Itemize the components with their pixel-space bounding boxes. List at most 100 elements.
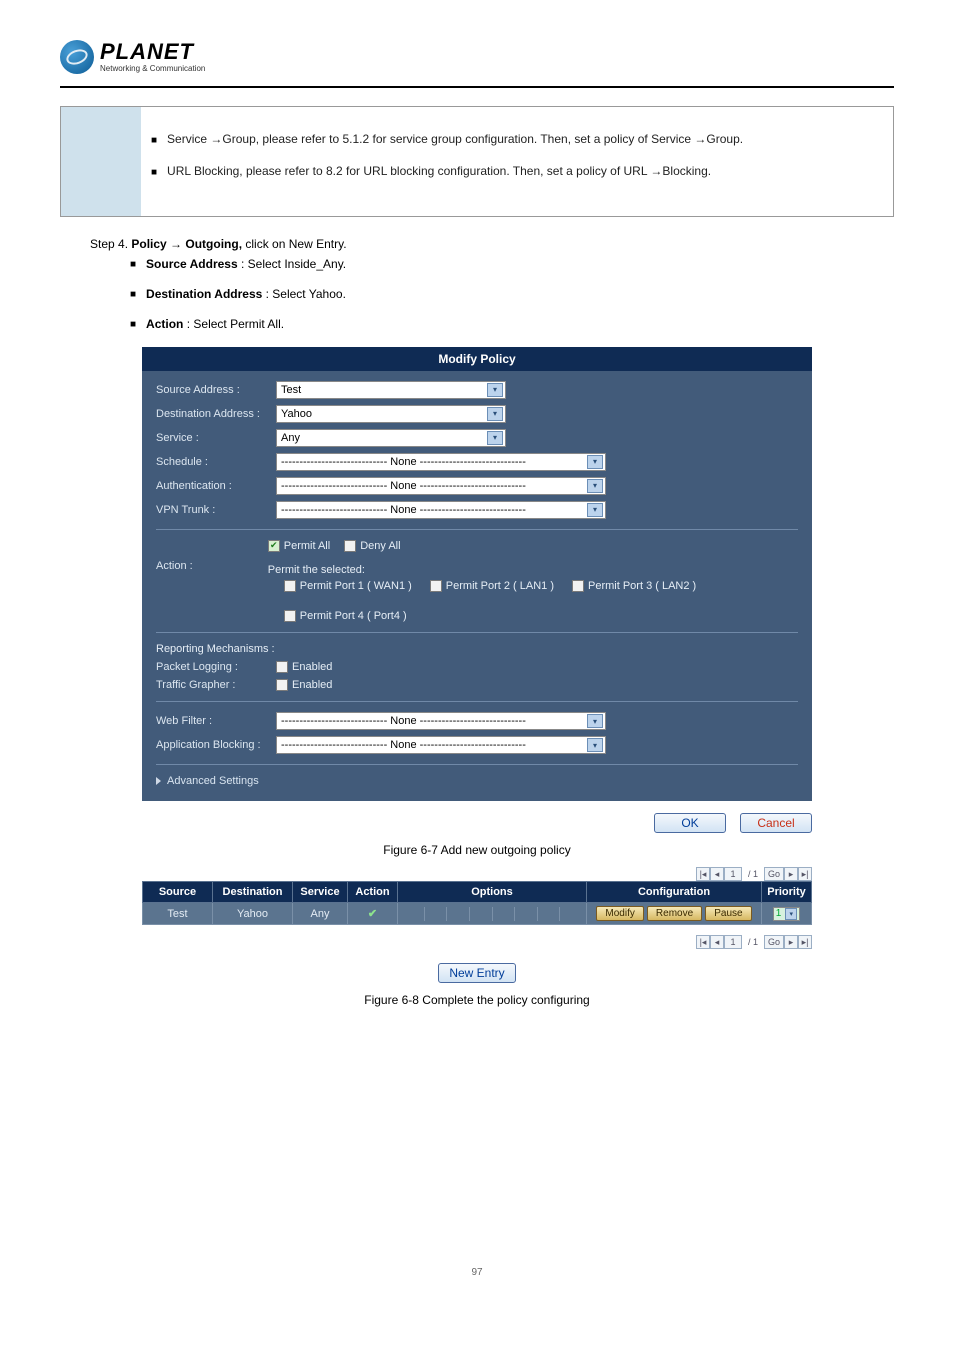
select-web-filter[interactable]: ----------------------------- None -----… xyxy=(276,712,606,730)
cell-destination: Yahoo xyxy=(213,903,293,925)
label-application-blocking: Application Blocking : xyxy=(156,739,276,751)
policy-table: Source Destination Service Action Option… xyxy=(142,881,812,925)
pager-bottom: |◂ ◂ 1 / 1 Go ▸ ▸| xyxy=(142,935,812,949)
select-authentication[interactable]: ----------------------------- None -----… xyxy=(276,477,606,495)
bullet-destination: Destination Address : Select Yahoo. xyxy=(146,287,346,301)
triangle-right-icon xyxy=(156,777,161,785)
bullet-icon: ■ xyxy=(151,132,157,149)
note-text-1: Service →Group, please refer to 5.1.2 fo… xyxy=(167,129,743,149)
modify-button[interactable]: Modify xyxy=(596,906,643,921)
planet-globe-icon xyxy=(60,40,94,74)
cell-configuration: Modify Remove Pause xyxy=(587,903,762,925)
pager-last-icon[interactable]: ▸| xyxy=(798,867,812,881)
step-line: Step 4. Policy → Outgoing, click on New … xyxy=(90,237,894,251)
col-service: Service xyxy=(293,882,348,903)
select-vpn-trunk[interactable]: ----------------------------- None -----… xyxy=(276,501,606,519)
label-schedule: Schedule : xyxy=(156,456,276,468)
pager-top: |◂ ◂ 1 / 1 Go ▸ ▸| xyxy=(142,867,812,881)
pager-go[interactable]: Go xyxy=(764,935,784,949)
figure-caption-1: Figure 6-7 Add new outgoing policy xyxy=(60,843,894,857)
label-authentication: Authentication : xyxy=(156,480,276,492)
select-schedule[interactable]: ----------------------------- None -----… xyxy=(276,453,606,471)
pager-total: / 1 xyxy=(742,935,764,949)
priority-select[interactable]: 1▾ xyxy=(773,907,801,921)
chevron-down-icon: ▾ xyxy=(487,407,503,421)
select-service[interactable]: Any ▾ xyxy=(276,429,506,447)
col-destination: Destination xyxy=(213,882,293,903)
pager-total: / 1 xyxy=(742,867,764,881)
checkbox-packet-logging[interactable]: Enabled xyxy=(276,661,332,673)
bullet-icon: ■ xyxy=(130,319,136,331)
cell-priority: 1▾ xyxy=(762,903,812,925)
chevron-down-icon: ▾ xyxy=(487,383,503,397)
bullet-icon: ■ xyxy=(130,289,136,301)
pager-prev-icon[interactable]: ◂ xyxy=(710,867,724,881)
checkbox-permit-port-2[interactable]: Permit Port 2 ( LAN1 ) xyxy=(430,580,554,592)
pager-page[interactable]: 1 xyxy=(724,867,742,881)
pager-last-icon[interactable]: ▸| xyxy=(798,935,812,949)
header-rule xyxy=(60,86,894,88)
chevron-down-icon: ▾ xyxy=(587,738,603,752)
bullet-icon: ■ xyxy=(151,164,157,181)
col-options: Options xyxy=(398,882,587,903)
checkbox-permit-port-3[interactable]: Permit Port 3 ( LAN2 ) xyxy=(572,580,696,592)
col-configuration: Configuration xyxy=(587,882,762,903)
label-action: Action : xyxy=(156,560,268,622)
bullet-source: Source Address : Select Inside_Any. xyxy=(146,257,346,271)
note-text-2: URL Blocking, please refer to 8.2 for UR… xyxy=(167,161,711,181)
panel-title: Modify Policy xyxy=(142,347,812,371)
logo-title: PLANET xyxy=(100,41,205,63)
logo-subtitle: Networking & Communication xyxy=(100,65,205,73)
checkbox-permit-port-4[interactable]: Permit Port 4 ( Port4 ) xyxy=(284,610,407,622)
cancel-button[interactable]: Cancel xyxy=(740,813,812,833)
checkbox-deny-all[interactable]: Deny All xyxy=(344,540,400,552)
chevron-down-icon: ▾ xyxy=(487,431,503,445)
pager-page[interactable]: 1 xyxy=(724,935,742,949)
logo: PLANET Networking & Communication xyxy=(60,40,894,74)
select-destination-address[interactable]: Yahoo ▾ xyxy=(276,405,506,423)
advanced-settings-toggle[interactable]: Advanced Settings xyxy=(156,775,798,787)
note-sidebar xyxy=(61,107,141,216)
label-packet-logging: Packet Logging : xyxy=(156,661,276,673)
modify-policy-panel: Modify Policy Source Address : Test ▾ De… xyxy=(142,347,812,801)
pager-prev-icon[interactable]: ◂ xyxy=(710,935,724,949)
new-entry-button[interactable]: New Entry xyxy=(438,963,515,983)
select-application-blocking[interactable]: ----------------------------- None -----… xyxy=(276,736,606,754)
select-source-address[interactable]: Test ▾ xyxy=(276,381,506,399)
remove-button[interactable]: Remove xyxy=(647,906,702,921)
col-action: Action xyxy=(348,882,398,903)
figure-caption-2: Figure 6-8 Complete the policy configuri… xyxy=(60,993,894,1007)
bullet-icon: ■ xyxy=(130,259,136,271)
pager-first-icon[interactable]: |◂ xyxy=(696,935,710,949)
note-box: ■ Service →Group, please refer to 5.1.2 … xyxy=(60,106,894,217)
cell-service: Any xyxy=(293,903,348,925)
label-source-address: Source Address : xyxy=(156,384,276,396)
table-row: Test Yahoo Any ✔ Modify Remove xyxy=(143,903,812,925)
label-service: Service : xyxy=(156,432,276,444)
check-icon: ✔ xyxy=(368,908,377,920)
ok-button[interactable]: OK xyxy=(654,813,726,833)
col-priority: Priority xyxy=(762,882,812,903)
chevron-down-icon: ▾ xyxy=(587,503,603,517)
chevron-down-icon: ▾ xyxy=(587,455,603,469)
checkbox-permit-all[interactable]: ✔Permit All xyxy=(268,540,330,552)
pager-first-icon[interactable]: |◂ xyxy=(696,867,710,881)
checkbox-traffic-grapher[interactable]: Enabled xyxy=(276,679,332,691)
pager-go[interactable]: Go xyxy=(764,867,784,881)
chevron-down-icon: ▾ xyxy=(587,479,603,493)
label-web-filter: Web Filter : xyxy=(156,715,276,727)
bullet-action: Action : Select Permit All. xyxy=(146,317,284,331)
chevron-down-icon: ▾ xyxy=(587,714,603,728)
label-destination-address: Destination Address : xyxy=(156,408,276,420)
pager-next-icon[interactable]: ▸ xyxy=(784,935,798,949)
page-number: 97 xyxy=(60,1267,894,1278)
cell-action: ✔ xyxy=(348,903,398,925)
col-source: Source xyxy=(143,882,213,903)
label-reporting-mechanisms: Reporting Mechanisms : xyxy=(156,643,798,655)
checkbox-permit-port-1[interactable]: Permit Port 1 ( WAN1 ) xyxy=(284,580,412,592)
pause-button[interactable]: Pause xyxy=(705,906,751,921)
pager-next-icon[interactable]: ▸ xyxy=(784,867,798,881)
chevron-down-icon: ▾ xyxy=(785,908,797,920)
label-permit-selected: Permit the selected: xyxy=(268,564,798,576)
label-vpn-trunk: VPN Trunk : xyxy=(156,504,276,516)
